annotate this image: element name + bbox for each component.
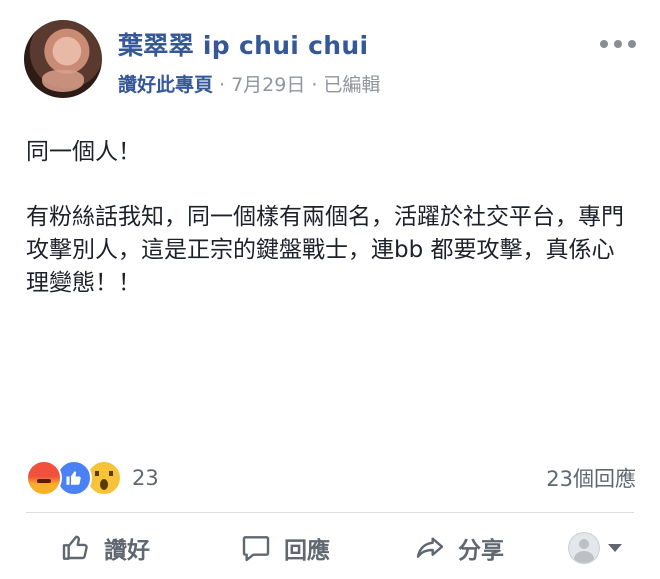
like-page-link[interactable]: 讚好此專頁 (118, 74, 213, 96)
reaction-summary[interactable]: 23 (26, 460, 159, 496)
post-body: 同一個人！ 有粉絲話我知，同一個樣有兩個名，活躍於社交平台，專門攻擊別人，這是正… (26, 136, 630, 300)
comment-count-link[interactable]: 23個回應 (546, 463, 636, 493)
like-button[interactable]: 讚好 (60, 528, 150, 568)
dot-icon (614, 40, 622, 48)
comment-button[interactable]: 回應 (240, 528, 330, 568)
post-date-link[interactable]: 7月29日 (231, 74, 305, 96)
share-button[interactable]: 分享 (414, 528, 504, 568)
user-avatar-icon (568, 532, 600, 564)
share-button-label: 分享 (458, 538, 504, 564)
like-button-label: 讚好 (104, 538, 150, 564)
comment-button-label: 回應 (284, 538, 330, 564)
action-bar: 讚好 回應 分享 (0, 528, 660, 568)
more-options-icon[interactable] (600, 36, 636, 52)
post-text-line1: 同一個人！ (26, 139, 141, 165)
comment-icon (242, 536, 270, 562)
angry-icon (26, 460, 62, 496)
meta-separator-2: · (311, 74, 318, 96)
post-meta: 讚好此專頁 · 7月29日 · 已編輯 (118, 70, 380, 97)
post-text-paragraph: 有粉絲話我知，同一個樣有兩個名，活躍於社交平台，專門攻擊別人，這是正宗的鍵盤戰士… (26, 204, 624, 296)
divider (26, 512, 634, 513)
post-as-selector[interactable] (568, 532, 622, 564)
dot-icon (628, 40, 636, 48)
page-avatar[interactable] (24, 20, 102, 98)
reaction-count[interactable]: 23 (132, 466, 159, 490)
post-header: 葉翠翠 ip chui chui 讚好此專頁 · 7月29日 · 已編輯 (24, 20, 636, 100)
meta-separator: · (219, 74, 226, 96)
share-icon (416, 537, 444, 558)
thumbs-up-icon (62, 535, 88, 560)
page-name-link[interactable]: 葉翠翠 ip chui chui (118, 26, 368, 62)
edited-label[interactable]: 已編輯 (323, 74, 380, 96)
caret-down-icon (608, 544, 622, 552)
dot-icon (600, 40, 608, 48)
